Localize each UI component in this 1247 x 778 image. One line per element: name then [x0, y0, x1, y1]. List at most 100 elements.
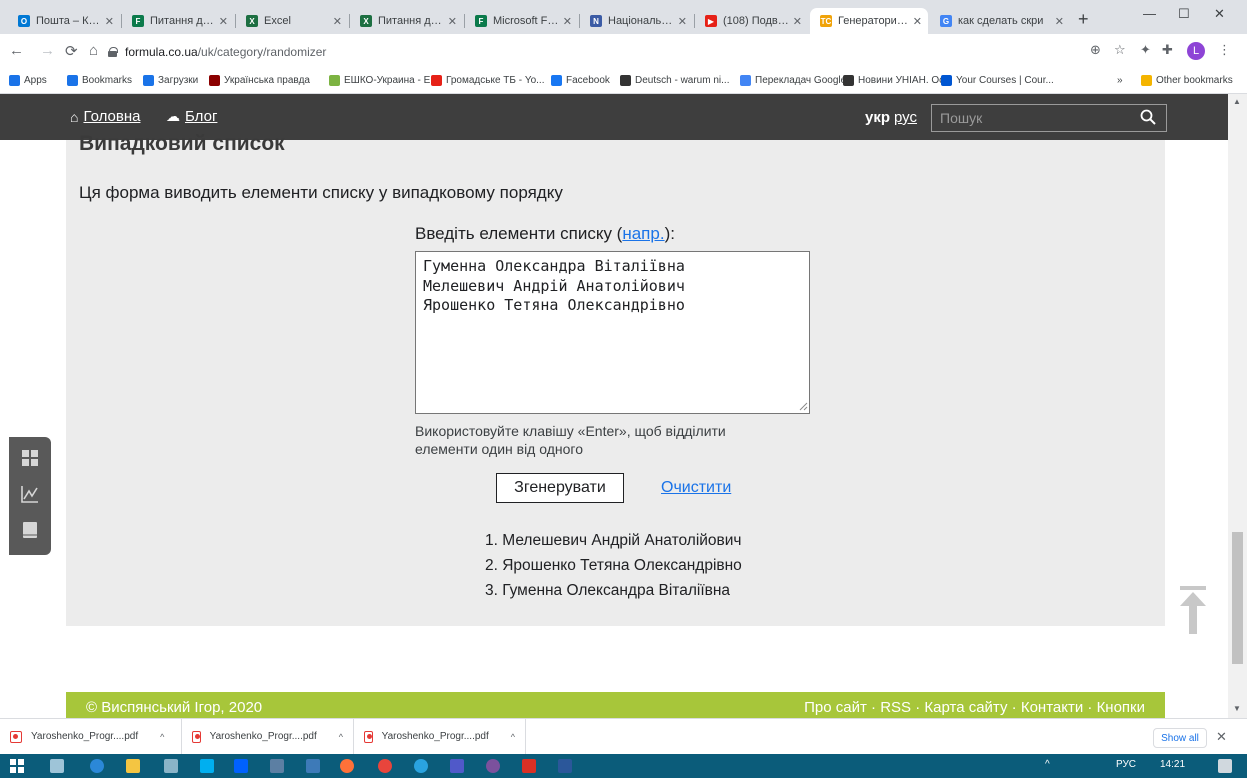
app-icon[interactable] [164, 759, 178, 773]
example-link[interactable]: напр. [622, 224, 664, 243]
back-button[interactable]: ← [9, 42, 24, 59]
edge-icon[interactable] [90, 759, 104, 773]
viber-icon[interactable] [486, 759, 500, 773]
dropbox-icon[interactable] [234, 759, 248, 773]
bookmark-item[interactable]: Your Courses | Cour... [941, 75, 1054, 86]
tab-close-icon[interactable]: ✕ [333, 15, 342, 28]
calculator-icon[interactable] [21, 449, 39, 467]
tab-close-icon[interactable]: ✕ [913, 15, 922, 28]
windows-start-icon[interactable] [10, 759, 24, 773]
nav-blog-link[interactable]: Блог [185, 108, 217, 125]
task-view-icon[interactable] [50, 759, 64, 773]
skype-icon[interactable] [200, 759, 214, 773]
footer-link-contacts[interactable]: Контакти [1021, 699, 1083, 716]
browser-tab[interactable]: F Microsoft Forms ✕ [465, 8, 578, 34]
menu-icon[interactable]: ⋮ [1218, 42, 1231, 58]
footer-link-about[interactable]: Про сайт [804, 699, 867, 716]
forward-button[interactable]: → [40, 42, 55, 59]
input-language[interactable]: РУС [1116, 759, 1136, 770]
teams-icon[interactable] [450, 759, 464, 773]
chevron-up-icon[interactable]: ^ [511, 732, 515, 742]
nav-blog[interactable]: ☁ Блог [166, 108, 217, 125]
star-icon[interactable]: ☆ [1114, 42, 1126, 58]
bookmark-item[interactable]: Перекладач Google [740, 75, 846, 86]
bookmark-item[interactable]: Громадське ТБ - Yo... [431, 75, 545, 86]
download-item[interactable]: Yaroshenko_Progr....pdf ^ [354, 719, 526, 754]
zoom-icon[interactable]: ⊕ [1090, 42, 1101, 58]
bookmark-item[interactable]: Загрузки [143, 75, 198, 86]
scroll-up-icon[interactable]: ▲ [1233, 97, 1241, 106]
browser-tab[interactable]: TC Генератори випа ✕ [810, 8, 928, 34]
address-bar[interactable]: formula.co.ua/uk/category/randomizer [108, 38, 1108, 66]
notifications-icon[interactable] [1218, 759, 1232, 773]
home-icon[interactable]: ⌂ [89, 42, 98, 59]
extension-icon[interactable]: ✦ [1140, 42, 1151, 58]
chart-icon[interactable] [21, 485, 39, 503]
scroll-down-icon[interactable]: ▼ [1233, 704, 1241, 713]
tab-close-icon[interactable]: ✕ [563, 15, 572, 28]
bookmark-item[interactable]: Deutsch - warum ni... [620, 75, 729, 86]
list-items-input[interactable]: Гуменна Олександра Віталіївна Мелешевич … [415, 251, 810, 414]
calculator-app-icon[interactable] [270, 759, 284, 773]
download-item[interactable]: Yaroshenko_Progr....pdf ^ [182, 719, 354, 754]
word-icon[interactable] [558, 759, 572, 773]
puzzle-icon[interactable]: ✚ [1162, 42, 1173, 58]
new-tab-button[interactable]: + [1078, 10, 1089, 28]
profile-avatar[interactable]: L [1187, 42, 1205, 60]
reload-button[interactable]: ⟳ [65, 42, 78, 60]
scrollbar-thumb[interactable] [1232, 532, 1243, 664]
maximize-button[interactable]: ☐ [1178, 6, 1190, 22]
acrobat-icon[interactable] [522, 759, 536, 773]
tab-close-icon[interactable]: ✕ [678, 15, 687, 28]
bookmark-item[interactable]: Новини УНІАН. Ос... [843, 75, 952, 86]
browser-tab[interactable]: F Питання до канд ✕ [122, 8, 234, 34]
download-item[interactable]: Yaroshenko_Progr....pdf ^ [0, 719, 182, 754]
footer-link-rss[interactable]: RSS [880, 699, 911, 716]
bookmarks-overflow[interactable]: » [1117, 75, 1123, 86]
tab-close-icon[interactable]: ✕ [793, 15, 802, 28]
tab-close-icon[interactable]: ✕ [448, 15, 457, 28]
page-scrollbar[interactable]: ▲ ▼ [1228, 94, 1247, 718]
book-icon[interactable] [21, 521, 39, 539]
tray-chevron-icon[interactable]: ^ [1045, 759, 1050, 770]
show-all-downloads-button[interactable]: Show all [1153, 728, 1207, 748]
bookmark-item[interactable]: Українська правда [209, 75, 310, 86]
minimize-button[interactable]: — [1143, 6, 1156, 21]
other-bookmarks[interactable]: Other bookmarks [1141, 75, 1233, 86]
scroll-to-top-icon[interactable] [1180, 586, 1206, 634]
tab-close-icon[interactable]: ✕ [105, 15, 114, 28]
explorer-icon[interactable] [126, 759, 140, 773]
browser-tab[interactable]: Gкак сделать скри ✕ [930, 8, 1070, 34]
clear-link[interactable]: Очистити [661, 479, 731, 497]
chevron-up-icon[interactable]: ^ [160, 732, 164, 742]
nav-home-link[interactable]: Головна [83, 108, 140, 125]
tab-close-icon[interactable]: ✕ [1055, 15, 1064, 28]
browser-tab[interactable]: X Питання до канд ✕ [350, 8, 463, 34]
site-search-input[interactable] [931, 104, 1167, 132]
search-icon[interactable] [1140, 109, 1156, 125]
close-window-button[interactable]: ✕ [1214, 6, 1225, 22]
bookmark-item[interactable]: Facebook [551, 75, 610, 86]
nav-home[interactable]: ⌂ Головна [70, 108, 140, 125]
chevron-up-icon[interactable]: ^ [339, 732, 343, 742]
telegram-icon[interactable] [414, 759, 428, 773]
lang-ukrainian[interactable]: укр [865, 109, 890, 126]
resize-grip-icon[interactable] [799, 402, 808, 411]
footer-link-sitemap[interactable]: Карта сайту [924, 699, 1007, 716]
generate-button[interactable]: Згенерувати [496, 473, 624, 503]
bookmark-item[interactable]: ЕШКО-Украина - Е... [329, 75, 439, 86]
browser-tab[interactable]: ▶ (108) Подвійні ст ✕ [695, 8, 808, 34]
bookmark-item[interactable]: Bookmarks [67, 75, 132, 86]
close-icon[interactable]: ✕ [1216, 729, 1227, 745]
app-icon[interactable] [306, 759, 320, 773]
firefox-icon[interactable] [340, 759, 354, 773]
lang-russian[interactable]: рус [894, 109, 917, 126]
browser-tab[interactable]: N Національний ун ✕ [580, 8, 693, 34]
footer-link-buttons[interactable]: Кнопки [1097, 699, 1145, 716]
bookmark-item[interactable]: Apps [9, 75, 47, 86]
browser-tab[interactable]: O Пошта – Костров ✕ [8, 8, 120, 34]
chrome-icon[interactable] [378, 759, 392, 773]
clock-time[interactable]: 14:21 [1160, 759, 1185, 770]
tab-close-icon[interactable]: ✕ [219, 15, 228, 28]
browser-tab[interactable]: X Excel ✕ [236, 8, 348, 34]
